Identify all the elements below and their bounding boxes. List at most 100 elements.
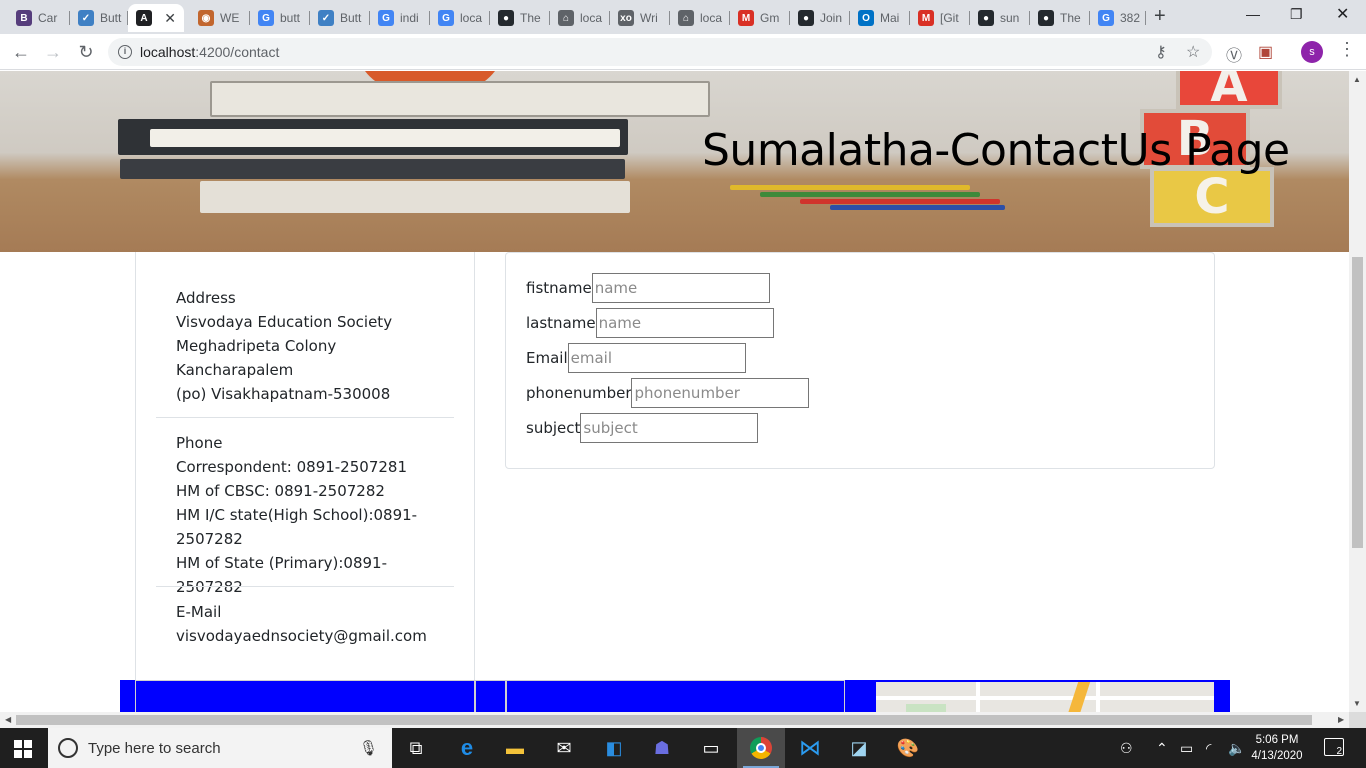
browser-tab[interactable]: xo Wri [610, 4, 670, 32]
browser-tab[interactable]: B Car [8, 4, 70, 32]
tab-favicon-icon: G [438, 10, 454, 26]
browser-tab[interactable]: ⌂ loca [670, 4, 730, 32]
lastname-label: lastname [526, 314, 596, 332]
people-icon[interactable]: ⚇ [1120, 728, 1133, 768]
vscode-icon[interactable]: ⋈ [786, 728, 834, 768]
browser-tab[interactable]: M Gm [730, 4, 790, 32]
outlook-icon[interactable]: ◧ [590, 728, 638, 768]
browser-tab[interactable]: ● The [1030, 4, 1090, 32]
battery-icon[interactable]: ▭ [1180, 728, 1193, 768]
firstname-input[interactable] [591, 273, 770, 303]
address-heading: Address [176, 289, 236, 307]
edge-icon[interactable]: e [443, 728, 491, 768]
site-info-icon[interactable]: i [118, 45, 132, 59]
reload-button[interactable]: ↻ [74, 40, 98, 64]
contact-form-card: fistname lastname Email phonenumber subj… [505, 252, 1215, 469]
file-explorer-icon[interactable]: ▬ [491, 728, 539, 768]
browser-tab[interactable]: M [Git [910, 4, 970, 32]
footer-column [475, 680, 506, 712]
taskbar-search-box[interactable]: Type here to search 🎙 [48, 728, 392, 768]
browser-tab[interactable]: ◉ WE [190, 4, 250, 32]
pencil-graphic [800, 199, 1000, 204]
wifi-icon[interactable]: ◜ [1206, 728, 1211, 768]
mail-icon[interactable]: ✉ [540, 728, 588, 768]
menu-icon[interactable]: ⋮ [1338, 39, 1356, 60]
browser-tab[interactable]: ✓ Butt [310, 4, 370, 32]
tray-expand-icon[interactable]: ⌃ [1156, 728, 1168, 768]
browser-tab[interactable]: O Mai [850, 4, 910, 32]
restore-icon[interactable]: ❐ [1290, 6, 1303, 23]
browser-tab[interactable]: G 382 [1090, 4, 1146, 32]
close-window-icon[interactable]: ✕ [1336, 4, 1349, 24]
email-heading: E-Mail [176, 603, 222, 621]
tab-favicon-icon: ⌂ [558, 10, 574, 26]
footer-column [506, 680, 845, 712]
notepad-icon[interactable]: ◪ [835, 728, 883, 768]
scrollbar-thumb[interactable] [1352, 257, 1363, 548]
minimize-icon[interactable]: — [1246, 6, 1260, 22]
tab-title: The [520, 11, 541, 25]
email-input[interactable] [567, 343, 746, 373]
tab-title: [Git [940, 11, 959, 25]
tab-favicon-icon: ● [498, 10, 514, 26]
volume-icon[interactable]: 🔈 [1228, 728, 1245, 768]
book-graphic [150, 129, 620, 147]
tab-title: butt [280, 11, 301, 25]
new-tab-button[interactable]: + [1154, 6, 1166, 26]
horizontal-scrollbar[interactable]: ◀ ▶ [0, 712, 1349, 728]
browser-tab[interactable]: ● sun [970, 4, 1030, 32]
teams-icon[interactable]: ☗ [638, 728, 686, 768]
url-path: :4200/contact [195, 44, 280, 60]
url-host: localhost [140, 44, 196, 60]
map-embed[interactable] [876, 682, 1214, 712]
tab-strip: B Car ✓ Butt A ✕ ◉ WE Gbutt ✓ Butt Gindi Gloca ● The ⌂ l… [0, 0, 1366, 34]
pencil-graphic [760, 192, 980, 197]
scroll-left-icon[interactable]: ◀ [5, 715, 11, 724]
browser-tab[interactable]: Gloca [430, 4, 490, 32]
book-graphic [120, 159, 625, 179]
back-button[interactable]: ← [9, 40, 33, 64]
chrome-icon[interactable] [737, 728, 785, 768]
browser-tab[interactable]: Gbutt [250, 4, 310, 32]
form-row-email: Email [526, 343, 746, 373]
clock-time: 5:06 PM [1255, 734, 1299, 746]
address-bar[interactable]: i localhost:4200/contact [108, 38, 1212, 66]
windows-start-icon[interactable] [14, 740, 32, 758]
close-tab-icon[interactable]: ✕ [164, 10, 176, 27]
lastname-input[interactable] [595, 308, 774, 338]
footer-column [135, 680, 475, 712]
tab-favicon-icon: A [136, 10, 152, 26]
system-clock[interactable]: 5:06 PM 4/13/2020 [1248, 732, 1306, 764]
browser-tab[interactable]: ✓ Butt [70, 4, 128, 32]
vertical-scrollbar[interactable]: ▲ ▼ [1349, 71, 1366, 712]
page-viewport: A B C Sumalatha-ContactUs Page Address V… [0, 71, 1349, 712]
email-label: Email [526, 349, 568, 367]
notification-center-icon[interactable]: 2 [1324, 738, 1344, 757]
forward-button[interactable]: → [41, 40, 65, 64]
browser-tab[interactable]: A ✕ [128, 4, 184, 32]
subject-input[interactable] [580, 413, 759, 443]
key-icon[interactable]: ⚷ [1155, 42, 1167, 62]
scroll-up-icon[interactable]: ▲ [1353, 75, 1361, 84]
microphone-icon[interactable]: 🎙 [359, 739, 378, 757]
tab-favicon-icon: ✓ [318, 10, 334, 26]
browser-tab[interactable]: ● Join [790, 4, 850, 32]
scroll-right-icon[interactable]: ▶ [1338, 715, 1344, 724]
browser-tab[interactable]: Gindi [370, 4, 430, 32]
tab-favicon-icon: G [378, 10, 394, 26]
scroll-down-icon[interactable]: ▼ [1353, 699, 1361, 708]
tab-favicon-icon: G [1098, 10, 1114, 26]
phonenumber-input[interactable] [631, 378, 810, 408]
pdf-extension-icon[interactable]: ▣ [1258, 42, 1273, 62]
terminal-icon[interactable]: ▭ [687, 728, 735, 768]
vue-extension-icon[interactable]: Ⓥ [1226, 42, 1242, 66]
paint-icon[interactable]: 🎨 [884, 728, 932, 768]
task-view-icon[interactable]: ⧉ [392, 728, 440, 768]
email-section: E-Mail visvodayaednsociety@gmail.com [176, 600, 446, 648]
scrollbar-thumb[interactable] [16, 715, 1312, 725]
browser-tab[interactable]: ⌂ loca [550, 4, 610, 32]
bookmark-star-icon[interactable]: ☆ [1186, 42, 1200, 62]
browser-tab[interactable]: ● The [490, 4, 550, 32]
profile-avatar[interactable]: s [1301, 41, 1323, 63]
phone-line: HM of CBSC: 0891-2507282 [176, 482, 385, 500]
